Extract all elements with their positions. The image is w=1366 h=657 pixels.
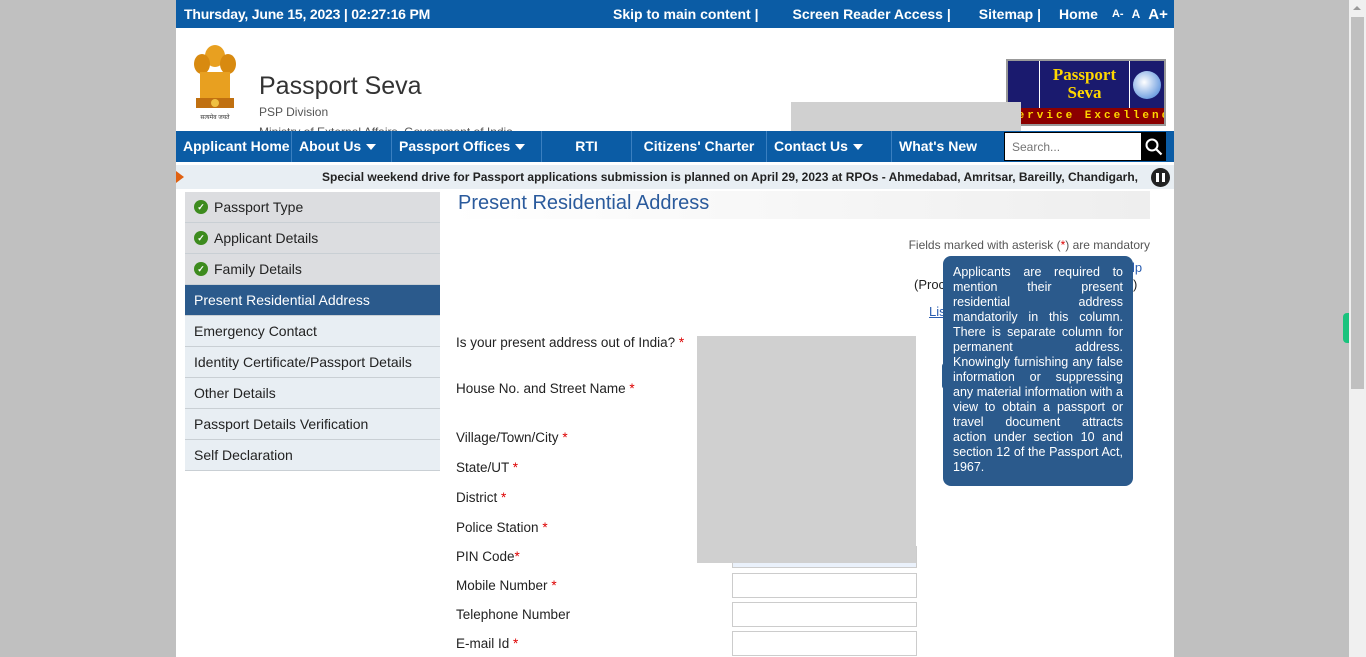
field-label-police-station: Police Station * [456,520,548,535]
sidebar-item-applicant-details[interactable]: ✓ Applicant Details [185,223,440,254]
sidebar-item-emergency-contact[interactable]: Emergency Contact [185,316,440,347]
national-emblem-icon: सत्यमेव जयते [190,42,240,122]
datetime: Thursday, June 15, 2023 | 02:27:16 PM [184,6,431,22]
sidebar-item-other-details[interactable]: Other Details [185,378,440,409]
check-icon: ✓ [194,200,208,214]
nav-applicant-home[interactable]: Applicant Home [176,131,292,162]
nav-about-us[interactable]: About Us [292,131,392,162]
page: Thursday, June 15, 2023 | 02:27:16 PM Sk… [176,0,1174,657]
check-icon: ✓ [194,231,208,245]
sitemap-link[interactable]: Sitemap | [979,6,1041,22]
mandatory-note: Fields marked with asterisk (*) are mand… [908,238,1150,252]
nav-passport-offices[interactable]: Passport Offices [392,131,542,162]
top-bar: Thursday, June 15, 2023 | 02:27:16 PM Sk… [176,0,1174,28]
telephone-number-input[interactable] [732,602,917,627]
nav-whats-new[interactable]: What's New [892,131,1002,162]
page-title: Present Residential Address [450,191,1150,219]
svg-text:सत्यमेव जयते: सत्यमेव जयते [200,113,230,121]
home-link[interactable]: Home [1059,6,1098,22]
sidebar-item-passport-type[interactable]: ✓ Passport Type [185,192,440,223]
side-widget-tab[interactable] [1343,313,1349,343]
field-label-house-street: House No. and Street Name * [456,381,635,396]
field-label-pin-code: PIN Code* [456,549,520,564]
help-link[interactable]: lp [1132,260,1142,275]
skip-to-main-link[interactable]: Skip to main content | [613,6,758,22]
screen-reader-link[interactable]: Screen Reader Access | [792,6,950,22]
font-increase-button[interactable]: A+ [1148,6,1168,23]
site-title: Passport Seva [259,72,422,100]
field-label-mobile: Mobile Number * [456,578,557,593]
sidebar-item-identity-certificate[interactable]: Identity Certificate/Passport Details [185,347,440,378]
vertical-scrollbar[interactable] [1349,0,1366,657]
header: सत्यमेव जयते Passport Seva PSP Division … [176,28,1174,159]
ticker-arrow-icon [176,171,184,183]
font-normal-button[interactable]: A [1132,7,1141,21]
globe-icon [1130,61,1164,108]
field-label-out-of-india: Is your present address out of India? * [456,335,685,350]
sidebar-item-present-address[interactable]: Present Residential Address [185,285,440,316]
field-label-village-town: Village/Town/City * [456,430,568,445]
search-button[interactable] [1142,132,1166,161]
search-icon [1145,138,1163,155]
address-help-tooltip: Applicants are required to mention their… [943,256,1133,486]
scroll-up-icon[interactable] [1353,6,1361,10]
font-decrease-button[interactable]: A- [1112,8,1124,20]
emblem-small-icon [1008,61,1040,108]
passport-seva-logo: Passport Seva Service Excellence [1006,59,1166,126]
sidebar-item-family-details[interactable]: ✓ Family Details [185,254,440,285]
field-label-district: District * [456,490,507,505]
main-content: Present Residential Address Fields marke… [450,191,1150,656]
email-input[interactable] [732,631,917,656]
nav-contact-us[interactable]: Contact Us [767,131,892,162]
field-label-telephone: Telephone Number [456,607,571,622]
search-input[interactable] [1004,132,1142,161]
ticker-text[interactable]: Special weekend drive for Passport appli… [322,165,1138,189]
news-ticker: Special weekend drive for Passport appli… [176,165,1174,189]
chevron-down-icon [852,144,863,151]
sidebar-item-passport-verification[interactable]: Passport Details Verification [185,409,440,440]
redacted-form-fields [697,336,916,563]
procedure-text: (Proc [914,277,946,292]
field-label-email: E-mail Id * [456,636,519,651]
site-division: PSP Division [259,105,329,119]
mobile-number-input[interactable] [732,573,917,598]
check-icon: ✓ [194,262,208,276]
pause-ticker-button[interactable] [1151,168,1170,187]
nav-rti[interactable]: RTI [542,131,632,162]
scrollbar-thumb[interactable] [1351,17,1364,389]
form-steps-sidebar: ✓ Passport Type ✓ Applicant Details ✓ Famil… [185,192,440,471]
chevron-down-icon [515,144,526,151]
chevron-down-icon [366,144,377,151]
sidebar-item-self-declaration[interactable]: Self Declaration [185,440,440,471]
field-label-state: State/UT * [456,460,519,475]
nav-citizens-charter[interactable]: Citizens' Charter [632,131,767,162]
